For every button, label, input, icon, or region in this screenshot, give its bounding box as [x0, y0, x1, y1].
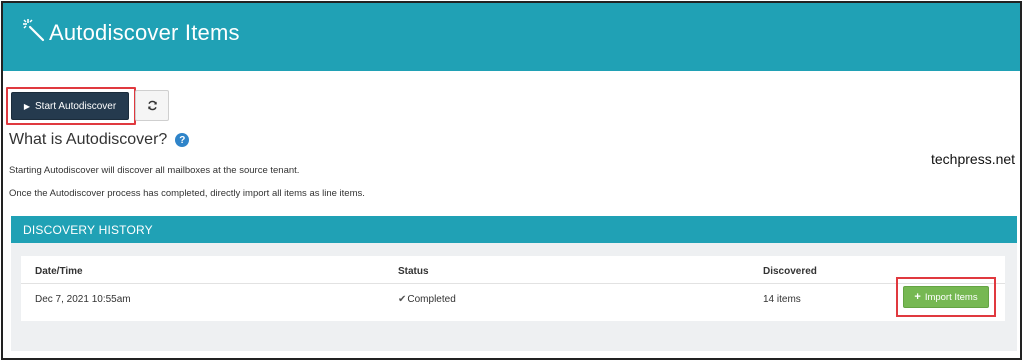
row-discovered: 14 items: [763, 294, 801, 305]
discovery-history-header: DISCOVERY HISTORY: [11, 216, 1017, 243]
help-icon[interactable]: ?: [175, 133, 190, 147]
row-status: ✔Completed: [398, 294, 456, 305]
import-items-button[interactable]: + Import Items: [903, 286, 989, 308]
start-autodiscover-button[interactable]: ▶ Start Autodiscover: [11, 92, 129, 120]
page-title: Autodiscover Items: [49, 20, 240, 45]
column-header-discovered: Discovered: [763, 266, 817, 277]
table-divider: [21, 283, 1005, 284]
app-window: Autodiscover Items ▶ Start Autodiscover …: [1, 1, 1022, 360]
play-icon: ▶: [23, 101, 30, 111]
start-autodiscover-label: Start Autodiscover: [35, 100, 117, 112]
plus-icon: +: [914, 291, 921, 303]
refresh-button[interactable]: [135, 90, 169, 121]
history-table: Date/Time Status Discovered Dec 7, 2021 …: [21, 256, 1005, 321]
description-line-1: Starting Autodiscover will discover all …: [9, 165, 300, 176]
page-header: Autodiscover Items: [3, 3, 1020, 71]
refresh-icon: [147, 100, 157, 111]
checkmark-icon: ✔: [398, 294, 407, 305]
what-is-autodiscover-heading: What is Autodiscover?: [9, 131, 168, 148]
row-datetime: Dec 7, 2021 10:55am: [35, 294, 131, 305]
status-text: Completed: [407, 294, 456, 305]
description-line-2: Once the Autodiscover process has comple…: [9, 188, 365, 199]
section-title: What is Autodiscover? ?: [9, 131, 190, 149]
watermark-text: techpress.net: [931, 151, 1016, 167]
discovery-history-panel: DISCOVERY HISTORY Date/Time Status Disco…: [11, 216, 1017, 351]
import-items-label: Import Items: [924, 291, 978, 303]
magic-wand-icon: [23, 19, 45, 42]
column-header-datetime: Date/Time: [35, 266, 83, 277]
column-header-status: Status: [398, 266, 429, 277]
